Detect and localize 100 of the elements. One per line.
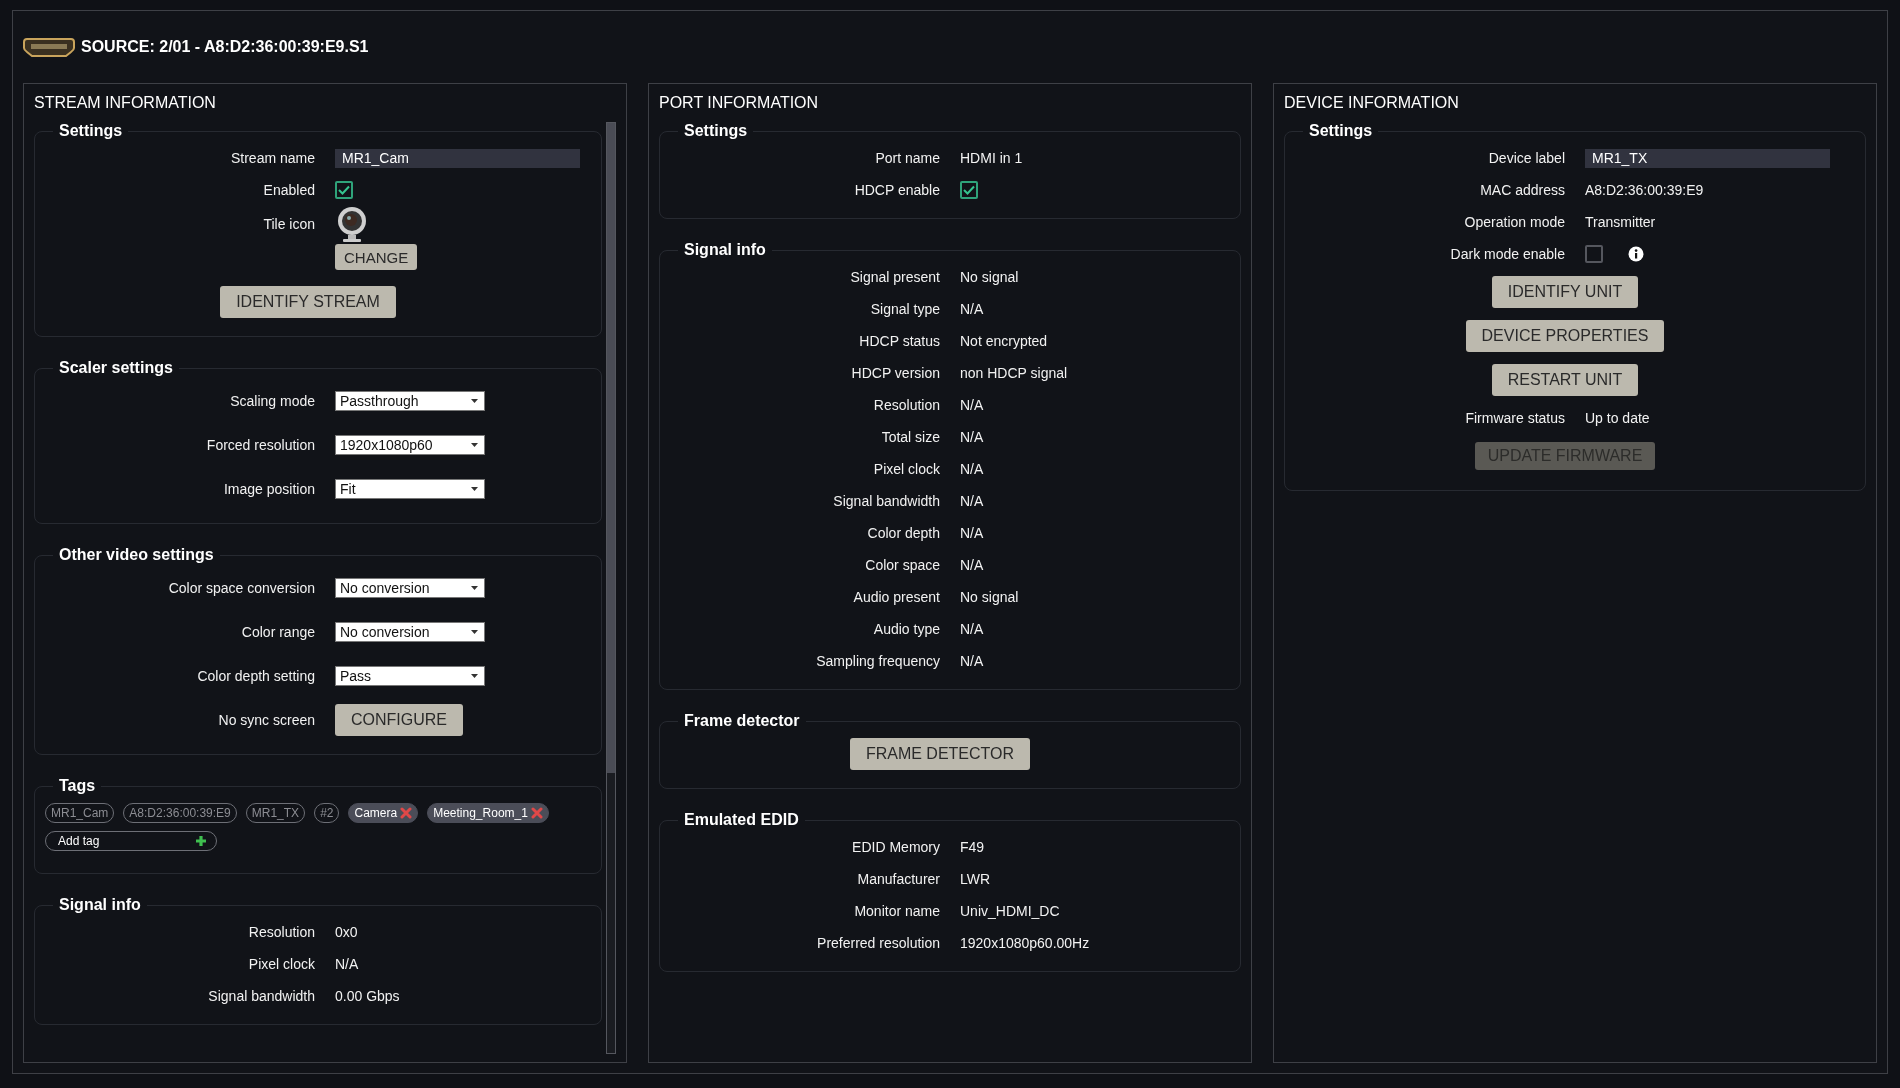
- field-label: Scaling mode: [229, 393, 316, 409]
- field-value: N/A: [960, 525, 984, 541]
- field-label: Image position: [222, 481, 316, 497]
- section-title: Frame detector: [683, 712, 801, 730]
- caret-icon: [471, 586, 478, 590]
- hdmi-port-icon: [23, 37, 75, 57]
- field-label: Sampling frequency: [815, 653, 941, 669]
- field-value: No signal: [960, 589, 1019, 605]
- caret-icon: [471, 443, 478, 447]
- field-label: Color depth: [866, 525, 941, 541]
- field-label: Dark mode enable: [1449, 246, 1566, 262]
- scrollbar-thumb[interactable]: [607, 123, 615, 773]
- field-label: Resolution: [872, 397, 941, 413]
- text-input[interactable]: MR1_TX: [1585, 148, 1830, 168]
- field-label: Color space conversion: [167, 580, 316, 596]
- action-button[interactable]: IDENTIFY UNIT: [1491, 276, 1639, 308]
- webcam-icon: [335, 206, 369, 242]
- field-label: Forced resolution: [205, 437, 316, 453]
- tag-chip[interactable]: Camera: [348, 803, 419, 823]
- field-label: Enabled: [262, 182, 316, 198]
- field-label: Manufacturer: [856, 871, 941, 887]
- field-label: HDCP enable: [853, 182, 941, 198]
- action-button[interactable]: RESTART UNIT: [1491, 364, 1639, 396]
- add-tag-field[interactable]: Add tag: [45, 831, 217, 851]
- caret-icon: [471, 630, 478, 634]
- field-label: Audio present: [852, 589, 941, 605]
- tag-chip[interactable]: Meeting_Room_1: [427, 803, 549, 823]
- field-label: Port name: [874, 150, 941, 166]
- field-value: N/A: [960, 621, 984, 637]
- field-label: Signal present: [849, 269, 941, 285]
- dropdown[interactable]: Pass: [335, 666, 485, 686]
- field-label: Stream name: [229, 150, 316, 166]
- field-label: Tile icon: [262, 215, 316, 232]
- field-label: EDID Memory: [851, 839, 941, 855]
- checkbox[interactable]: [1585, 245, 1603, 263]
- page-title: SOURCE: 2/01 - A8:D2:36:00:39:E9.S1: [81, 38, 369, 56]
- section-title: Scaler settings: [58, 359, 174, 377]
- field-value: LWR: [960, 871, 991, 887]
- field-label: Color space: [864, 557, 941, 573]
- caret-icon: [471, 674, 478, 678]
- field-label: Operation mode: [1463, 214, 1566, 230]
- field-label: Monitor name: [853, 903, 941, 919]
- dropdown[interactable]: 1920x1080p60: [335, 435, 485, 455]
- field-label: Firmware status: [1464, 410, 1566, 426]
- panel-title: DEVICE INFORMATION: [1283, 93, 1460, 113]
- action-button[interactable]: CONFIGURE: [335, 704, 463, 736]
- section-title: Tags: [58, 777, 97, 795]
- field-value: Transmitter: [1585, 214, 1656, 230]
- remove-icon: [400, 807, 413, 819]
- field-value: A8:D2:36:00:39:E9: [1585, 182, 1704, 198]
- field-value: No signal: [960, 269, 1019, 285]
- field-value: N/A: [960, 557, 984, 573]
- plus-icon: [195, 835, 207, 847]
- field-value: 0x0: [335, 924, 358, 940]
- action-button[interactable]: FRAME DETECTOR: [849, 738, 1031, 770]
- text-input[interactable]: MR1_Cam: [335, 148, 580, 168]
- checkbox[interactable]: [960, 181, 978, 199]
- action-button[interactable]: DEVICE PROPERTIES: [1465, 320, 1665, 352]
- field-label: Pixel clock: [247, 956, 316, 972]
- field-value: N/A: [960, 397, 984, 413]
- field-label: No sync screen: [217, 712, 316, 728]
- field-label: Color range: [240, 624, 316, 640]
- field-label: MAC address: [1479, 182, 1566, 198]
- field-value: Univ_HDMI_DC: [960, 903, 1060, 919]
- field-label: Signal bandwidth: [832, 493, 941, 509]
- field-label: Preferred resolution: [816, 935, 941, 951]
- field-value: 1920x1080p60.00Hz: [960, 935, 1090, 951]
- dropdown[interactable]: No conversion: [335, 622, 485, 642]
- field-label: HDCP status: [858, 333, 941, 349]
- field-value: N/A: [960, 493, 984, 509]
- field-value: N/A: [335, 956, 359, 972]
- section-title: Settings: [1308, 122, 1374, 140]
- field-value: N/A: [960, 301, 984, 317]
- dropdown[interactable]: Fit: [335, 479, 485, 499]
- dropdown[interactable]: No conversion: [335, 578, 485, 598]
- caret-icon: [471, 487, 478, 491]
- panel-title: STREAM INFORMATION: [33, 93, 217, 113]
- scrollbar[interactable]: [606, 122, 616, 1054]
- action-button[interactable]: CHANGE: [335, 244, 418, 270]
- field-value: 0.00 Gbps: [335, 988, 400, 1004]
- field-label: Signal bandwidth: [207, 988, 316, 1004]
- section-title: Settings: [58, 122, 124, 140]
- field-value: Up to date: [1585, 410, 1650, 426]
- field-label: Total size: [880, 429, 941, 445]
- field-label: Signal type: [869, 301, 941, 317]
- field-value: N/A: [960, 461, 984, 477]
- field-label: Device label: [1487, 150, 1566, 166]
- field-value: F49: [960, 839, 985, 855]
- panel-title: PORT INFORMATION: [658, 93, 820, 113]
- field-label: Pixel clock: [872, 461, 941, 477]
- field-value: HDMI in 1: [960, 150, 1023, 166]
- field-label: HDCP version: [850, 365, 941, 381]
- caret-icon: [471, 399, 478, 403]
- checkbox[interactable]: [335, 181, 353, 199]
- section-title: Signal info: [58, 896, 142, 914]
- remove-icon: [530, 807, 543, 819]
- dropdown[interactable]: Passthrough: [335, 391, 485, 411]
- action-button[interactable]: IDENTIFY STREAM: [220, 286, 396, 318]
- field-label: Color depth setting: [196, 668, 316, 684]
- field-value: non HDCP signal: [960, 365, 1068, 381]
